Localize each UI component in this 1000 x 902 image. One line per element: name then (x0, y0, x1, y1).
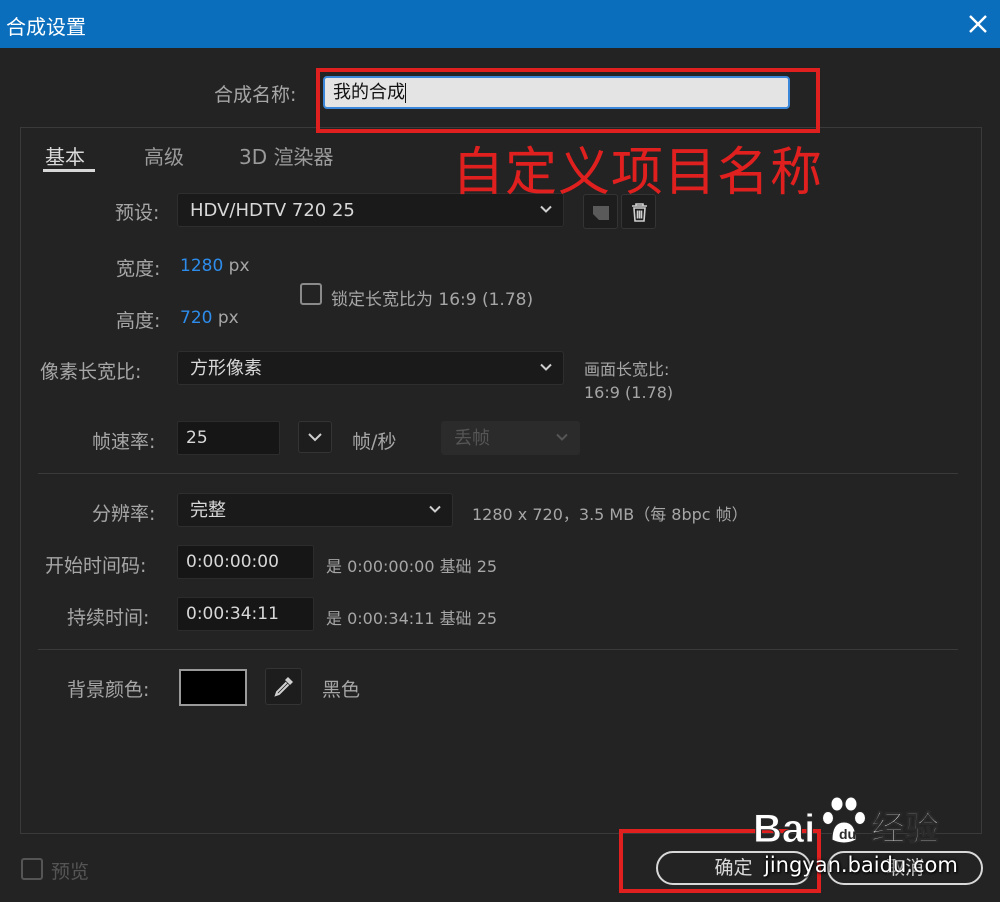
frame-rate-unit: 帧/秒 (352, 431, 397, 453)
chevron-down-icon (540, 363, 552, 371)
drop-frame-value: 丢帧 (454, 428, 490, 449)
pixel-aspect-value: 方形像素 (190, 358, 262, 379)
watermark-url: jingyan.baidu.com (764, 853, 958, 877)
height-row: 720 px (180, 308, 239, 328)
comp-name-input[interactable]: 我的合成 (323, 76, 790, 109)
chevron-down-icon (540, 205, 552, 213)
height-value[interactable]: 720 (180, 308, 212, 328)
frame-rate-value: 25 (186, 428, 208, 448)
resolution-label: 分辨率: (92, 503, 156, 525)
tab-basic-underline (43, 169, 95, 172)
start-timecode-label: 开始时间码: (45, 555, 147, 577)
duration-value: 0:00:34:11 (186, 604, 279, 624)
svg-text:Bai: Bai (753, 807, 815, 851)
height-unit: px (217, 308, 239, 328)
eyedropper-button[interactable] (265, 668, 302, 705)
duration-input[interactable]: 0:00:34:11 (177, 597, 314, 631)
frame-aspect-label: 画面长宽比: (584, 360, 670, 379)
annotation-text: 自定义项目名称 (452, 143, 824, 203)
tab-3d-renderer[interactable]: 3D 渲染器 (239, 141, 333, 170)
duration-info: 是 0:00:34:11 基础 25 (326, 609, 498, 628)
preview-label: 预览 (51, 861, 90, 883)
pixel-aspect-label: 像素长宽比: (40, 361, 142, 383)
tab-advanced[interactable]: 高级 (144, 141, 184, 170)
width-row: 1280 px (180, 256, 250, 276)
preset-label: 预设: (115, 202, 160, 224)
frame-rate-input[interactable]: 25 (177, 421, 280, 455)
svg-text:经验: 经验 (871, 809, 939, 849)
width-unit: px (228, 256, 250, 276)
preset-value: HDV/HDTV 720 25 (190, 200, 355, 221)
tab-basic[interactable]: 基本 (45, 141, 85, 170)
bg-color-name: 黑色 (322, 679, 361, 701)
lock-aspect-checkbox[interactable] (300, 283, 322, 305)
frame-rate-label: 帧速率: (92, 431, 156, 453)
separator (38, 649, 958, 650)
paw-icon: Bai du 经验 (753, 796, 940, 852)
svg-text:du: du (839, 826, 856, 842)
eyedropper-icon (274, 677, 293, 697)
start-timecode-info: 是 0:00:00:00 基础 25 (326, 557, 498, 576)
bg-color-label: 背景颜色: (67, 679, 150, 701)
window-title: 合成设置 (6, 15, 86, 39)
frame-rate-menu-button[interactable] (298, 421, 332, 453)
resolution-value: 完整 (190, 500, 226, 521)
pixel-aspect-dropdown[interactable]: 方形像素 (177, 351, 564, 385)
height-label: 高度: (116, 310, 161, 332)
start-timecode-input[interactable]: 0:00:00:00 (177, 545, 314, 579)
drop-frame-dropdown: 丢帧 (441, 421, 580, 455)
resolution-info: 1280 x 720，3.5 MB（每 8bpc 帧） (472, 505, 748, 524)
width-value[interactable]: 1280 (180, 256, 223, 276)
resolution-dropdown[interactable]: 完整 (177, 493, 453, 527)
close-button[interactable] (962, 8, 994, 40)
baidu-watermark: Bai du 经验 (753, 790, 953, 856)
comp-name-value: 我的合成 (333, 82, 405, 103)
preview-checkbox[interactable] (21, 858, 43, 880)
duration-label: 持续时间: (67, 607, 150, 629)
text-cursor (405, 83, 406, 103)
close-icon (969, 15, 987, 33)
start-timecode-value: 0:00:00:00 (186, 552, 279, 572)
comp-name-label: 合成名称: (214, 84, 297, 106)
frame-aspect-value: 16:9 (1.78) (584, 383, 674, 402)
chevron-down-icon (308, 433, 322, 442)
chevron-down-icon (556, 433, 568, 441)
width-label: 宽度: (116, 258, 161, 280)
lock-aspect-label: 锁定长宽比为 16:9 (1.78) (331, 290, 534, 310)
bg-color-swatch[interactable] (179, 669, 247, 706)
separator (38, 473, 958, 474)
title-bar: 合成设置 (0, 0, 1000, 48)
settings-panel (20, 127, 982, 834)
chevron-down-icon (429, 505, 441, 513)
